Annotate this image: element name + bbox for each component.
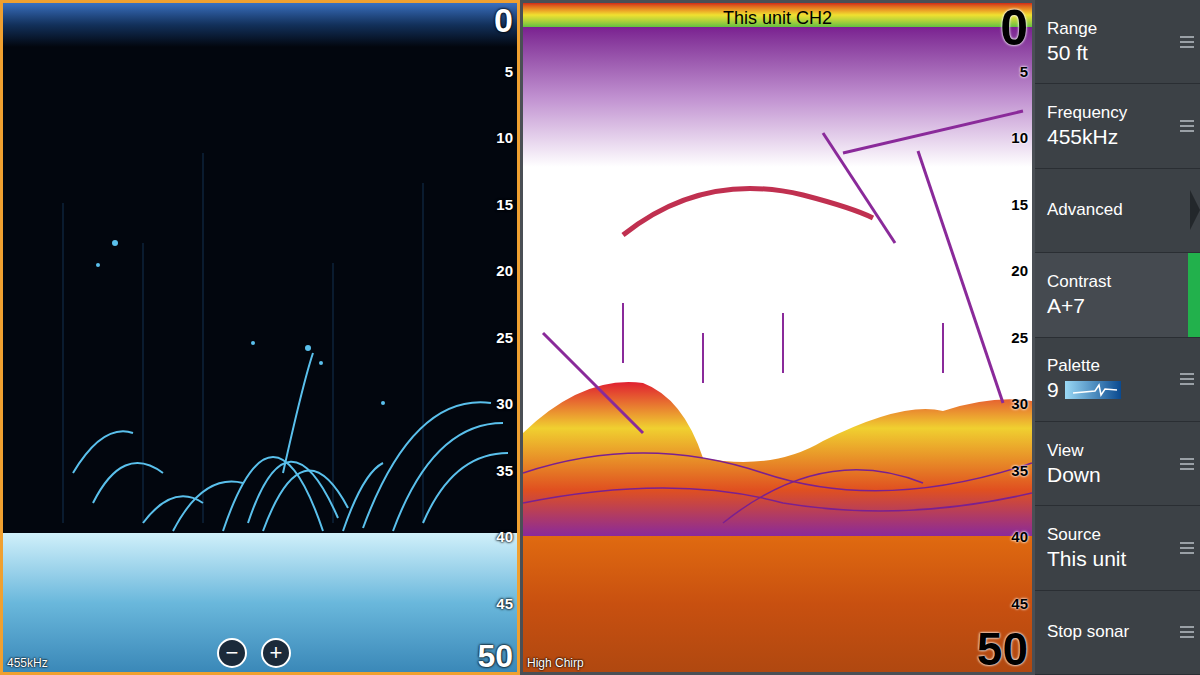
sonar-screen: 05051015202530354045455kHz−+ (0, 0, 1200, 675)
depth-tick: 10 (496, 129, 513, 147)
menu-item[interactable]: ViewDown (1035, 422, 1200, 506)
menu-label: Advanced (1047, 199, 1178, 221)
hamburger-icon (1180, 458, 1194, 470)
surface-clutter (523, 27, 1032, 167)
menu-item[interactable]: SourceThis unit (1035, 506, 1200, 590)
depth-tick: 30 (1011, 395, 1028, 413)
menu-label: Contrast (1047, 271, 1178, 293)
depth-bottom: 50 (477, 640, 513, 672)
depth-tick: 45 (496, 595, 513, 613)
menu-value: This unit (1047, 546, 1178, 572)
selected-bar (1188, 253, 1200, 336)
menu-item[interactable]: Frequency455kHz (1035, 84, 1200, 168)
depth-tick: 40 (496, 528, 513, 546)
fish-arcs-icon (3, 3, 517, 672)
depth-tick: 20 (496, 262, 513, 280)
frequency-label: 455kHz (7, 656, 48, 670)
sonar-menu: Range50 ftFrequency455kHzAdvancedContras… (1035, 0, 1200, 675)
zoom-in-button[interactable]: + (261, 638, 291, 668)
echo-mass-icon (523, 3, 1032, 672)
depth-tick: 35 (496, 462, 513, 480)
depth-tick: 45 (1011, 595, 1028, 613)
menu-item[interactable]: Range50 ft (1035, 0, 1200, 84)
menu-label: Source (1047, 524, 1178, 546)
pane-title: This unit CH2 (523, 7, 1032, 29)
depth-tick: 5 (1020, 63, 1028, 81)
menu-value: A+7 (1047, 293, 1178, 319)
zoom-out-button[interactable]: − (217, 638, 247, 668)
depth-tick: 10 (1011, 129, 1028, 147)
menu-value: 455kHz (1047, 124, 1178, 150)
bottom-echo (523, 536, 1032, 672)
depth-top: 0 (1000, 3, 1028, 53)
menu-item[interactable]: ContrastA+7 (1035, 253, 1200, 337)
hamburger-icon (1180, 542, 1194, 554)
depth-top: 0 (494, 3, 513, 37)
palette-swatch-icon (1065, 381, 1121, 399)
menu-label: Range (1047, 18, 1178, 40)
chevron-icon (1190, 190, 1200, 230)
menu-item[interactable]: Palette9 (1035, 338, 1200, 422)
menu-item[interactable]: Stop sonar (1035, 591, 1200, 675)
depth-tick: 5 (505, 63, 513, 81)
hamburger-icon (1180, 36, 1194, 48)
depth-tick: 15 (496, 196, 513, 214)
menu-label: Stop sonar (1047, 621, 1178, 643)
depth-bottom: 50 (977, 626, 1028, 672)
depth-tick: 15 (1011, 196, 1028, 214)
zoom-controls: −+ (217, 638, 291, 668)
hamburger-icon (1180, 120, 1194, 132)
menu-label: View (1047, 440, 1178, 462)
sonar-pane[interactable]: This unit CH20 50 5 10 15 20 25 30 35 40 45 High Ch… (520, 0, 1035, 675)
depth-tick: 35 (1011, 462, 1028, 480)
menu-value: Down (1047, 462, 1178, 488)
frequency-label: High Chirp (527, 656, 584, 670)
hamburger-icon (1180, 373, 1194, 385)
depth-tick: 40 (1011, 528, 1028, 546)
hamburger-icon (1180, 626, 1194, 638)
depth-tick: 25 (496, 329, 513, 347)
surface-band (3, 3, 517, 47)
depth-tick: 20 (1011, 262, 1028, 280)
palette-row: 9 (1047, 377, 1178, 403)
menu-value: 50 ft (1047, 40, 1178, 66)
depth-tick: 25 (1011, 329, 1028, 347)
bottom-echo (3, 533, 517, 672)
menu-item[interactable]: Advanced (1035, 169, 1200, 253)
sonar-pane[interactable]: 0 50 5 10 15 20 25 30 35 40 45 455kHz −+ (0, 0, 520, 675)
menu-value: 9 (1047, 377, 1059, 403)
menu-label: Palette (1047, 355, 1178, 377)
depth-tick: 30 (496, 395, 513, 413)
menu-label: Frequency (1047, 102, 1178, 124)
